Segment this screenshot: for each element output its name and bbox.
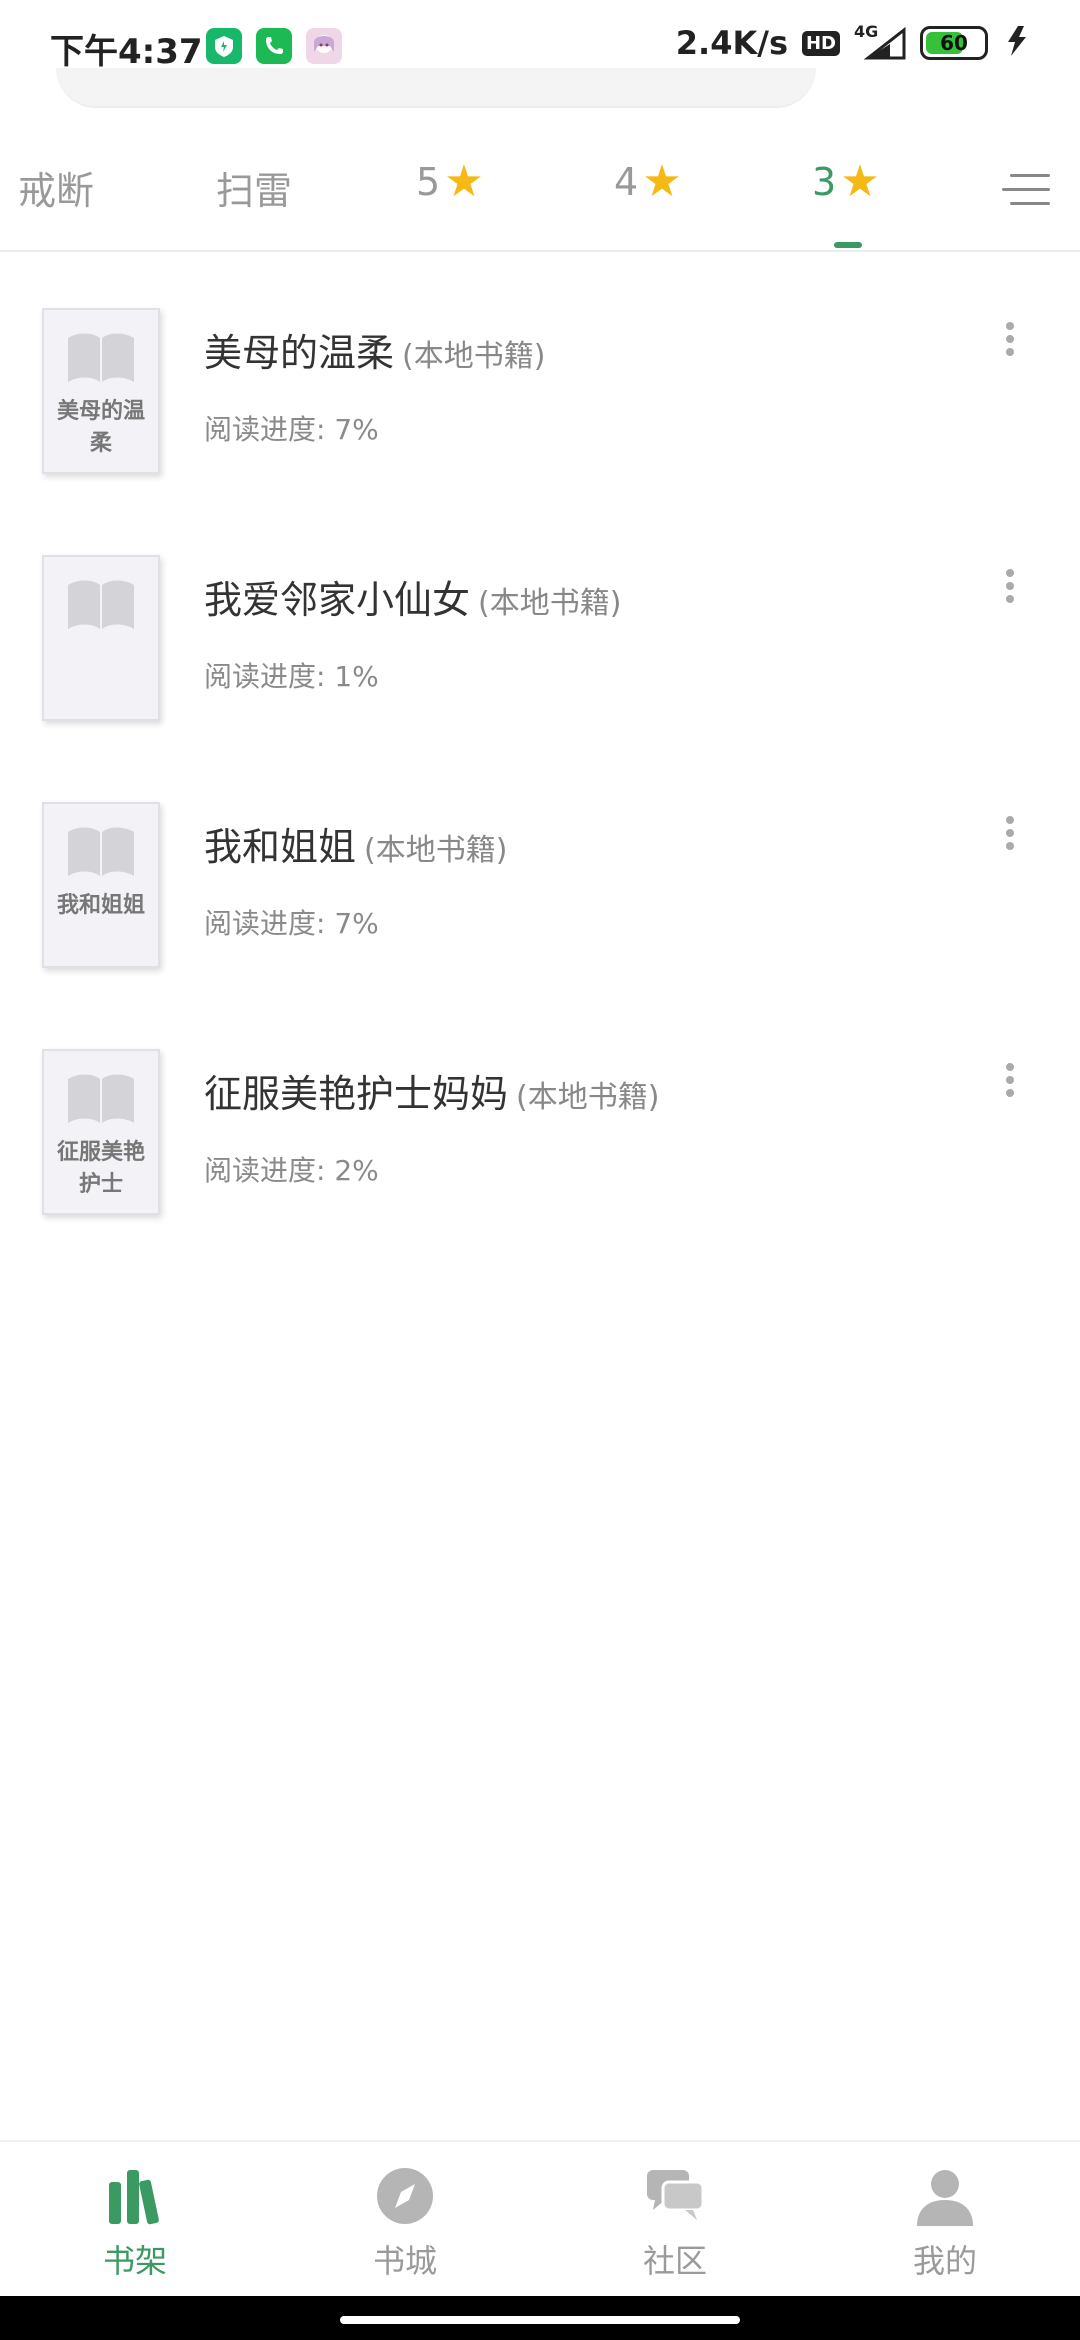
- book-tag: (本地书籍): [478, 586, 622, 621]
- book-title: 征服美艳护士妈妈: [204, 1072, 509, 1116]
- tab-3-star[interactable]: 3 ★: [812, 156, 880, 207]
- nav-label: 社区: [642, 2242, 707, 2280]
- tab-saolei[interactable]: 扫雷: [216, 160, 292, 215]
- cover-text: 我和姐姐: [56, 893, 145, 918]
- nav-community[interactable]: 社区: [575, 2164, 775, 2282]
- open-book-icon: [68, 1074, 134, 1123]
- nav-label: 书架: [102, 2242, 167, 2280]
- charging-icon: [1002, 24, 1032, 62]
- nav-bookshelf[interactable]: 书架: [35, 2164, 235, 2282]
- book-cover: 美母的温柔: [42, 308, 160, 474]
- tab-5-star[interactable]: 5 ★: [416, 156, 484, 207]
- cover-text: 征服美艳护士: [56, 1140, 145, 1197]
- more-options-icon[interactable]: [1000, 569, 1020, 609]
- hd-badge: HD: [801, 30, 840, 56]
- vpn-icon: [206, 28, 242, 64]
- cover-text: 美母的温柔: [56, 399, 145, 456]
- tab-label: 戒断: [18, 169, 95, 213]
- book-tag: (本地书籍): [516, 1080, 660, 1115]
- book-item[interactable]: 我爱邻家小仙女 (本地书籍) 阅读进度: 1%: [0, 555, 1080, 755]
- open-book-icon: [68, 333, 134, 382]
- star-icon: ★: [642, 156, 682, 207]
- reading-progress: 阅读进度: 2%: [204, 1154, 379, 1187]
- tab-label: 5: [416, 160, 441, 204]
- battery-icon: 60: [920, 26, 988, 60]
- chat-icon: [643, 2164, 707, 2228]
- bookshelf-icon: [103, 2164, 167, 2228]
- book-item[interactable]: 美母的温柔 美母的温柔 (本地书籍) 阅读进度: 7%: [0, 308, 1080, 508]
- book-title: 我爱邻家小仙女: [204, 578, 471, 622]
- book-cover: 我和姐姐: [42, 802, 160, 968]
- open-book-icon: [68, 827, 134, 876]
- bottom-nav: 书架 书城 社区 我的: [0, 2140, 1080, 2298]
- book-tag: (本地书籍): [364, 833, 508, 868]
- nav-bookstore[interactable]: 书城: [305, 2164, 505, 2282]
- star-icon: ★: [840, 156, 880, 207]
- status-time: 下午4:37: [50, 32, 203, 72]
- reading-progress: 阅读进度: 1%: [204, 660, 379, 693]
- book-tag: (本地书籍): [402, 339, 546, 374]
- home-gesture-pill[interactable]: [340, 2316, 740, 2324]
- reading-progress: 阅读进度: 7%: [204, 413, 379, 446]
- book-cover: [42, 555, 160, 721]
- more-options-icon[interactable]: [1000, 322, 1020, 362]
- menu-icon[interactable]: [1002, 170, 1050, 210]
- phone-icon: [256, 28, 292, 64]
- open-book-icon: [68, 580, 134, 629]
- book-title: 我和姐姐: [204, 825, 357, 869]
- tab-label: 3: [812, 160, 837, 204]
- net-speed: 2.4K/s: [675, 24, 788, 62]
- nav-profile[interactable]: 我的: [845, 2164, 1045, 2282]
- book-title: 美母的温柔: [204, 331, 395, 375]
- more-options-icon[interactable]: [1000, 1063, 1020, 1103]
- active-tab-indicator: [834, 242, 862, 248]
- tab-jieduan[interactable]: 戒断: [18, 160, 94, 215]
- tab-label: 4: [614, 160, 639, 204]
- star-icon: ★: [444, 156, 484, 207]
- compass-icon: [373, 2164, 437, 2228]
- book-cover: 征服美艳护士: [42, 1049, 160, 1215]
- nav-label: 我的: [912, 2242, 977, 2280]
- book-item[interactable]: 征服美艳护士 征服美艳护士妈妈 (本地书籍) 阅读进度: 2%: [0, 1049, 1080, 1249]
- battery-level: 60: [940, 31, 968, 55]
- reading-progress: 阅读进度: 7%: [204, 907, 379, 940]
- nav-label: 书城: [372, 2242, 437, 2280]
- app-avatar-icon: [306, 28, 342, 64]
- gesture-bar: [0, 2296, 1080, 2340]
- tab-label: 扫雷: [216, 169, 293, 213]
- search-bar-remnant[interactable]: [56, 68, 816, 108]
- more-options-icon[interactable]: [1000, 816, 1020, 856]
- signal-icon: 4G: [854, 22, 906, 60]
- book-item[interactable]: 我和姐姐 我和姐姐 (本地书籍) 阅读进度: 7%: [0, 802, 1080, 1002]
- person-icon: [913, 2164, 977, 2228]
- tab-4-star[interactable]: 4 ★: [614, 156, 682, 207]
- shelf-tabs: 戒断 扫雷 5 ★ 4 ★ 3 ★: [0, 140, 1080, 252]
